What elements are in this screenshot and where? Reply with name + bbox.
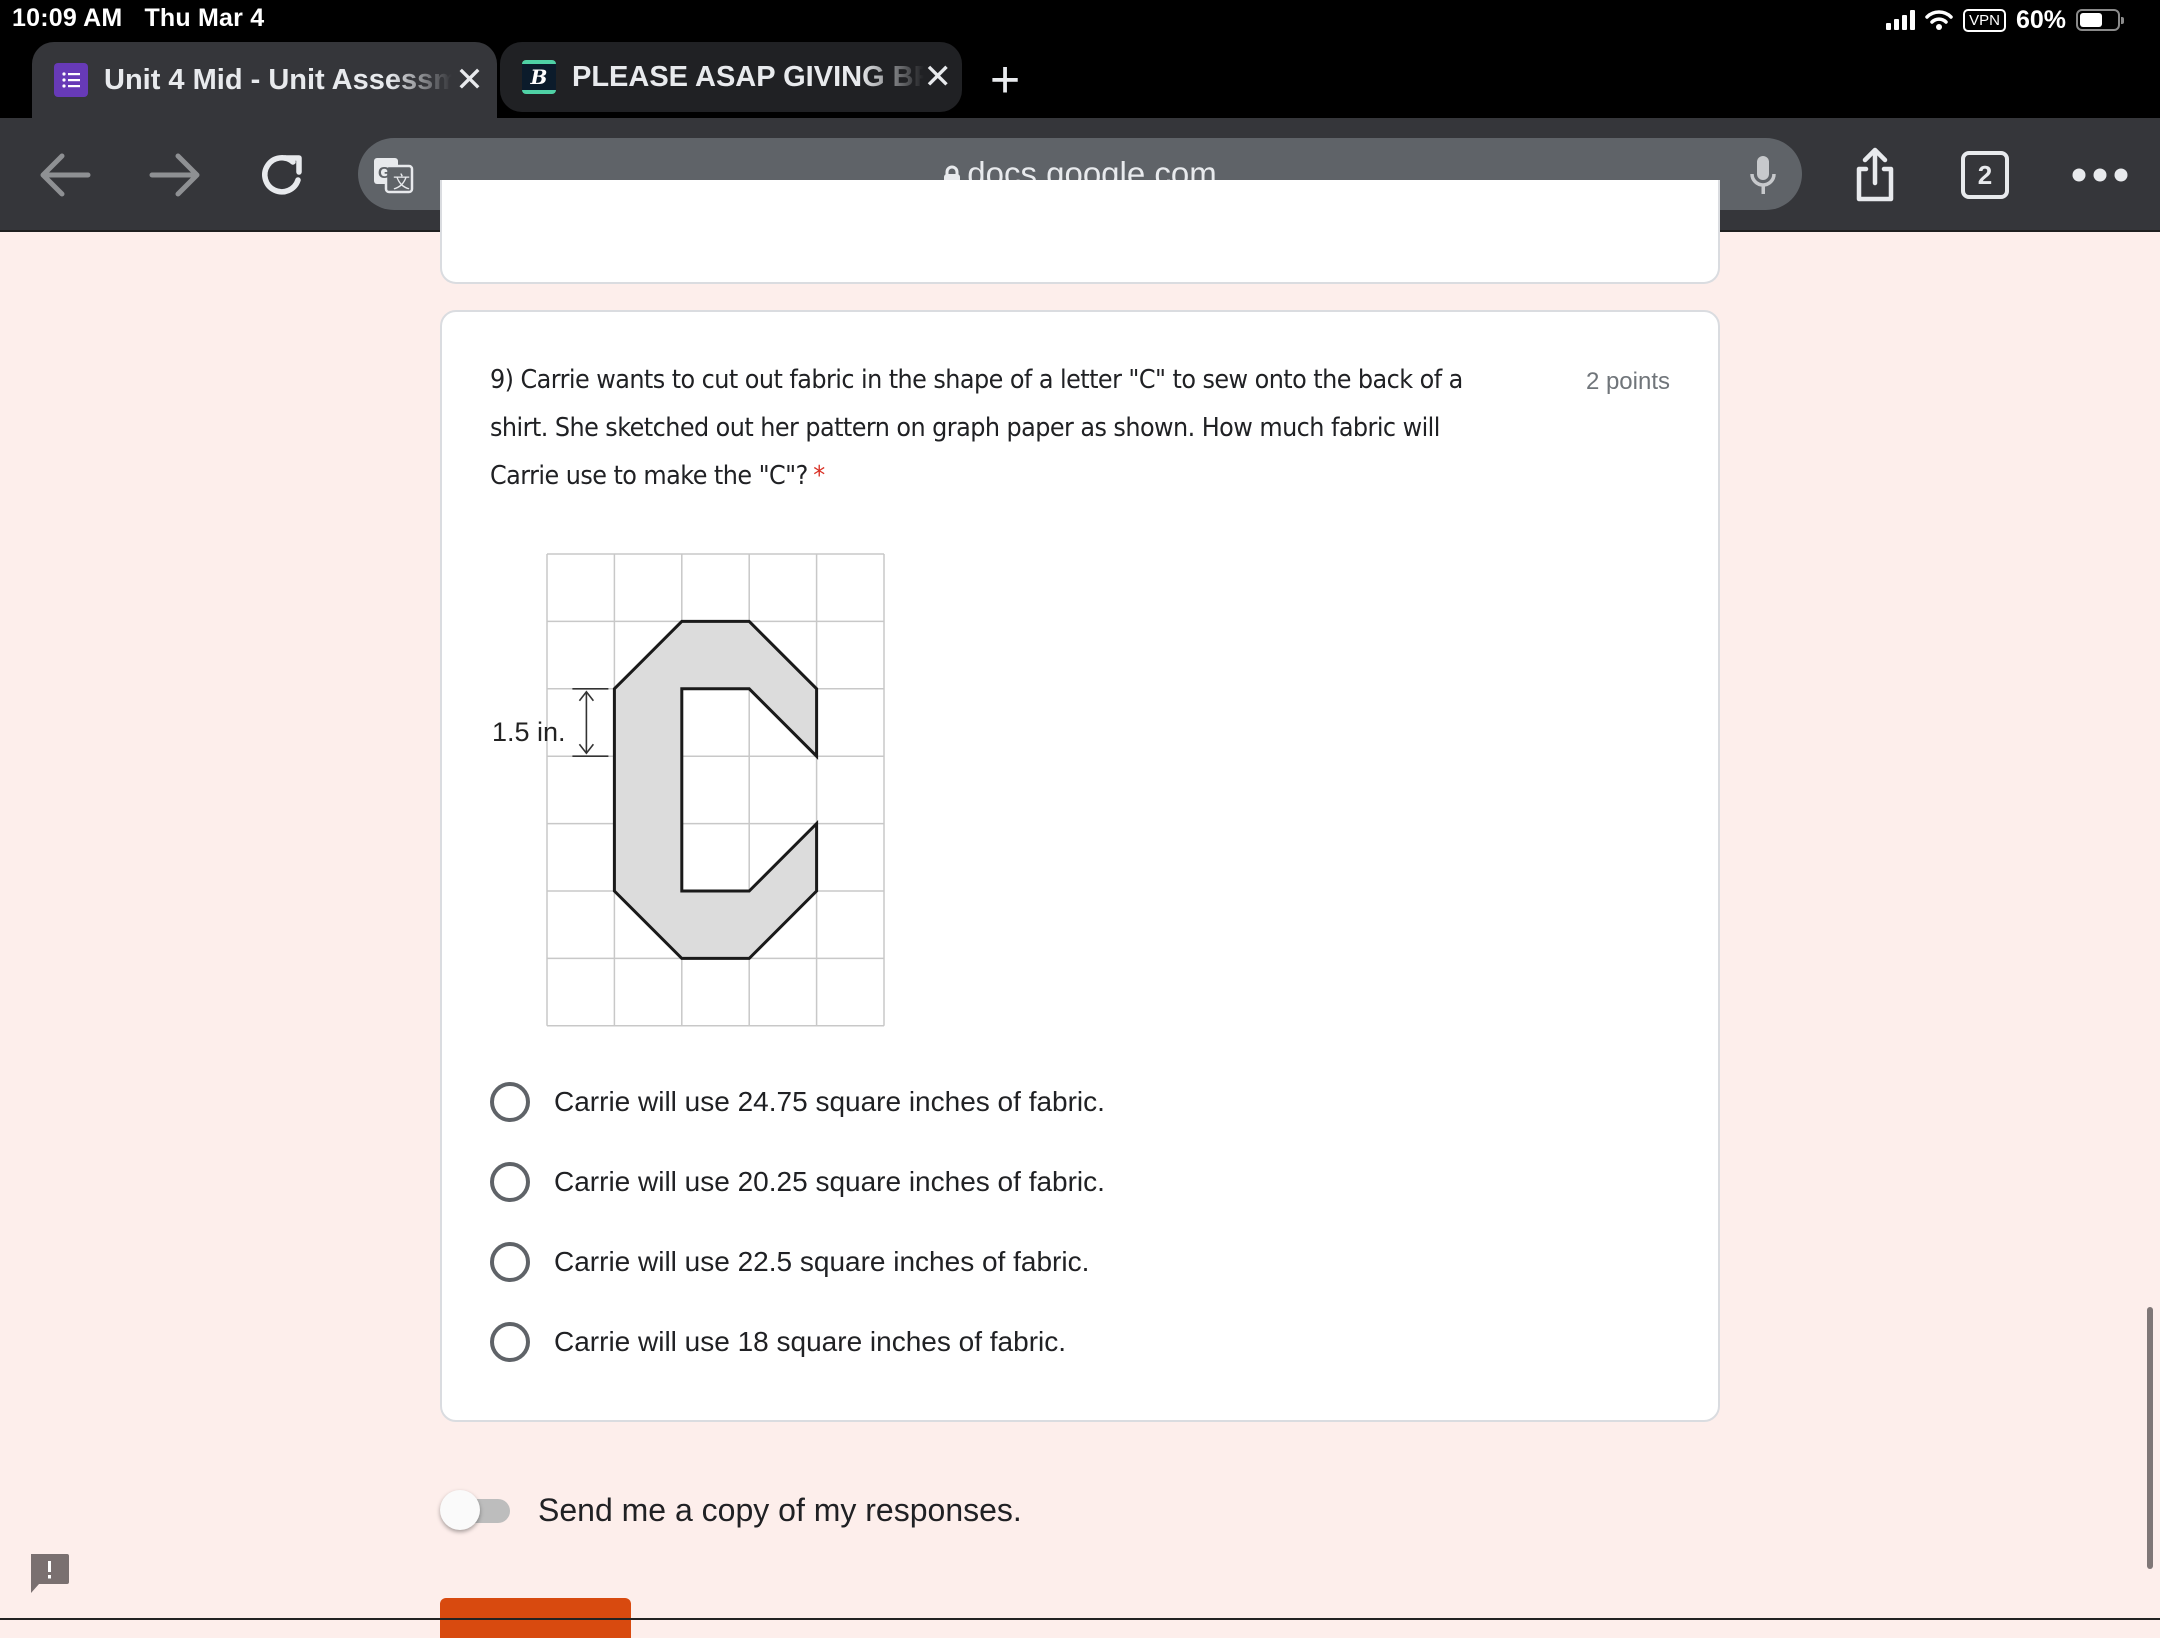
send-copy-row: Send me a copy of my responses. [440,1486,1022,1534]
dimension-marker [572,688,609,757]
answer-option[interactable]: Carrie will use 24.75 square inches of f… [490,1062,1105,1142]
question-prompt: 9) Carrie wants to cut out fabric in the… [490,365,1463,491]
dimension-label: 1.5 in. [492,717,566,747]
close-tab-icon[interactable]: ✕ [452,60,487,100]
send-copy-toggle[interactable] [440,1486,516,1534]
required-asterisk: * [813,461,825,491]
arrow-right-icon [149,153,200,197]
option-label: Carrie will use 20.25 square inches of f… [554,1166,1105,1197]
status-date: Thu Mar 4 [144,4,265,32]
battery-percent: 60% [2015,5,2066,34]
share-button[interactable] [1840,140,1910,210]
google-forms-icon [54,63,88,97]
graph-paper-diagram: 1.5 in. [492,553,885,1027]
status-bar-left: 10:09 AM Thu Mar 4 [12,4,286,33]
page-scrollbar[interactable] [2147,1307,2153,1569]
more-horizontal-icon [2072,168,2128,182]
previous-question-card [440,180,1720,284]
vpn-badge: VPN [1963,8,2006,32]
tab-title: Unit 4 Mid - Unit Assessment [104,63,453,96]
close-tab-icon[interactable]: ✕ [924,57,953,97]
radio-button[interactable] [490,1322,530,1362]
option-label: Carrie will use 18 square inches of fabr… [554,1326,1067,1357]
brainly-icon: B [522,60,556,94]
back-button[interactable] [30,140,100,210]
browser-top-bar: 10:09 AM Thu Mar 4 VPN 60% Unit 4 Mid - U… [0,0,2160,118]
tab-switcher-button[interactable]: 2 [1950,140,2020,210]
c-shape-figure: 1.5 in. [490,552,930,1042]
share-icon [1856,147,1894,202]
status-time: 10:09 AM [12,4,123,32]
forward-button[interactable] [140,140,210,210]
question-text: 9) Carrie wants to cut out fabric in the… [490,356,1465,500]
answer-option[interactable]: Carrie will use 22.5 square inches of fa… [490,1222,1105,1302]
send-copy-label: Send me a copy of my responses. [538,1491,1022,1528]
tab-please-asap[interactable]: B PLEASE ASAP GIVING BRAINLIEST ✕ [500,42,962,112]
arrow-left-icon [40,153,91,197]
option-label: Carrie will use 24.75 square inches of f… [554,1086,1105,1117]
wifi-icon [1925,10,1953,30]
radio-button[interactable] [490,1162,530,1202]
answer-option[interactable]: Carrie will use 18 square inches of fabr… [490,1302,1105,1382]
option-label: Carrie will use 22.5 square inches of fa… [554,1246,1090,1277]
answer-options: Carrie will use 24.75 square inches of f… [490,1062,1105,1382]
more-menu-button[interactable] [2060,140,2140,210]
reload-icon [262,155,302,195]
microphone-icon[interactable] [1748,154,1778,201]
reload-button[interactable] [248,140,318,210]
feedback-icon [31,1554,69,1593]
c-shape [612,619,819,960]
status-bar-right: VPN 60% [1886,4,2124,36]
battery-level [2080,13,2102,27]
radio-button[interactable] [490,1082,530,1122]
toggle-thumb[interactable] [440,1490,480,1530]
points-label: 2 points [1585,368,1670,395]
new-tab-button[interactable]: + [980,50,1030,110]
answer-option[interactable]: Carrie will use 20.25 square inches of f… [490,1142,1105,1222]
question-card: 9) Carrie wants to cut out fabric in the… [440,310,1720,1422]
cellular-signal-icon [1886,10,1916,30]
battery-icon [2076,9,2124,31]
report-feedback-button[interactable] [28,1552,70,1599]
tab-unit-4-mid[interactable]: Unit 4 Mid - Unit Assessment ✕ [32,42,497,118]
tab-count: 2 [1961,151,2009,199]
tab-title: PLEASE ASAP GIVING BRAINLIEST [572,60,924,93]
radio-button[interactable] [490,1242,530,1282]
